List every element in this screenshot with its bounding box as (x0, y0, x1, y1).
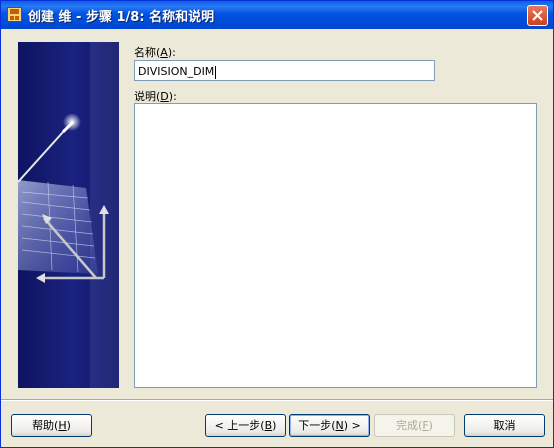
wizard-dialog: 创建 维 - 步骤 1/8: 名称和说明 名称(A): DIVISION_DIM… (0, 0, 554, 448)
wizard-illustration (18, 42, 119, 388)
description-field[interactable] (134, 103, 537, 388)
next-button[interactable]: 下一步(N) > (289, 414, 370, 437)
window-title: 创建 维 - 步骤 1/8: 名称和说明 (28, 10, 215, 25)
help-button[interactable]: 帮助(H) (11, 414, 92, 437)
back-button[interactable]: < 上一步(B) (205, 414, 286, 437)
text-caret (215, 65, 217, 79)
name-label: 名称(A): (134, 46, 176, 59)
title-bar[interactable]: 创建 维 - 步骤 1/8: 名称和说明 (1, 1, 553, 29)
app-icon (7, 7, 22, 22)
finish-button[interactable]: 完成(F) (374, 414, 455, 437)
close-button[interactable] (527, 5, 548, 26)
name-field-value: DIVISION_DIM (138, 65, 215, 78)
cancel-button[interactable]: 取消 (464, 414, 545, 437)
button-divider (1, 399, 553, 401)
description-label: 说明(D): (134, 90, 177, 103)
name-field[interactable]: DIVISION_DIM (134, 60, 435, 81)
close-icon (532, 10, 543, 21)
